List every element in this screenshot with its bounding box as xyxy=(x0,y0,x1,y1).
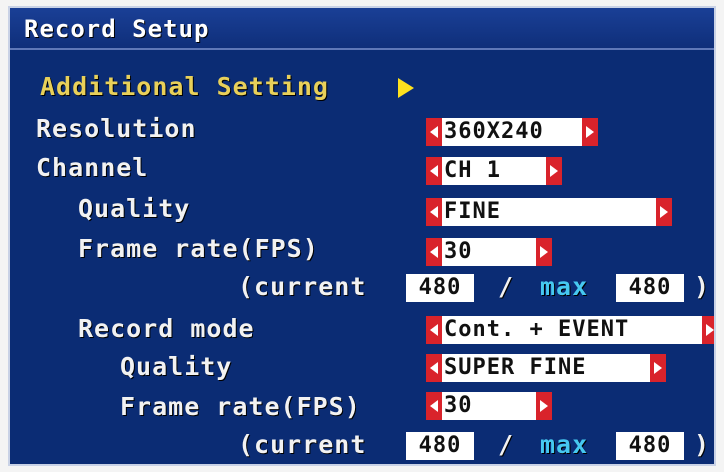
record-mode-label: Record mode xyxy=(78,314,255,343)
close-paren: ) xyxy=(694,272,711,301)
left-arrow-icon[interactable] xyxy=(426,238,442,266)
right-arrow-icon[interactable] xyxy=(650,354,666,382)
event-quality-value: SUPER FINE xyxy=(444,355,587,380)
resolution-selector[interactable]: 360X240 xyxy=(426,118,598,146)
record-mode-selector[interactable]: Cont. + EVENT xyxy=(426,316,714,344)
right-triangle-icon[interactable] xyxy=(398,78,414,98)
left-arrow-icon[interactable] xyxy=(426,316,442,344)
max-label-2: max xyxy=(540,430,589,459)
additional-setting-link[interactable]: Additional Setting xyxy=(40,72,329,101)
current-open-label-2: (current xyxy=(238,430,367,459)
right-arrow-icon[interactable] xyxy=(546,157,562,185)
left-arrow-icon[interactable] xyxy=(426,118,442,146)
current-fps-value: 480 xyxy=(406,274,474,302)
resolution-value: 360X240 xyxy=(444,119,544,144)
quality-value: FINE xyxy=(444,199,501,224)
right-arrow-icon[interactable] xyxy=(656,198,672,226)
left-arrow-icon[interactable] xyxy=(426,198,442,226)
event-current-fps-value: 480 xyxy=(406,432,474,460)
record-mode-value: Cont. + EVENT xyxy=(444,317,630,342)
title-bar: Record Setup xyxy=(10,8,714,50)
right-arrow-icon[interactable] xyxy=(582,118,598,146)
left-arrow-icon[interactable] xyxy=(426,157,442,185)
frame-rate-value: 30 xyxy=(444,239,473,264)
quality-selector[interactable]: FINE xyxy=(426,198,672,226)
slash-separator: / xyxy=(498,272,515,301)
slash-separator-2: / xyxy=(498,430,515,459)
quality-label: Quality xyxy=(78,194,191,223)
frame-rate-label: Frame rate(FPS) xyxy=(78,234,319,263)
right-arrow-icon[interactable] xyxy=(536,392,552,420)
left-arrow-icon[interactable] xyxy=(426,392,442,420)
right-arrow-icon[interactable] xyxy=(702,316,714,344)
event-frame-rate-value: 30 xyxy=(444,393,473,418)
channel-label: Channel xyxy=(36,153,149,182)
event-frame-rate-selector[interactable]: 30 xyxy=(426,392,552,420)
close-paren-2: ) xyxy=(694,430,711,459)
event-quality-label: Quality xyxy=(120,352,233,381)
channel-selector[interactable]: CH 1 xyxy=(426,157,562,185)
right-arrow-icon[interactable] xyxy=(536,238,552,266)
max-fps-value: 480 xyxy=(616,274,684,302)
resolution-label: Resolution xyxy=(36,114,197,143)
event-max-fps-value: 480 xyxy=(616,432,684,460)
frame-rate-selector[interactable]: 30 xyxy=(426,238,552,266)
event-quality-selector[interactable]: SUPER FINE xyxy=(426,354,666,382)
event-frame-rate-label: Frame rate(FPS) xyxy=(120,392,361,421)
max-label: max xyxy=(540,272,589,301)
left-arrow-icon[interactable] xyxy=(426,354,442,382)
channel-value: CH 1 xyxy=(444,158,501,183)
record-setup-screen: Record Setup Additional Setting Resoluti… xyxy=(8,6,716,466)
current-open-label: (current xyxy=(238,272,367,301)
page-title: Record Setup xyxy=(24,15,210,43)
